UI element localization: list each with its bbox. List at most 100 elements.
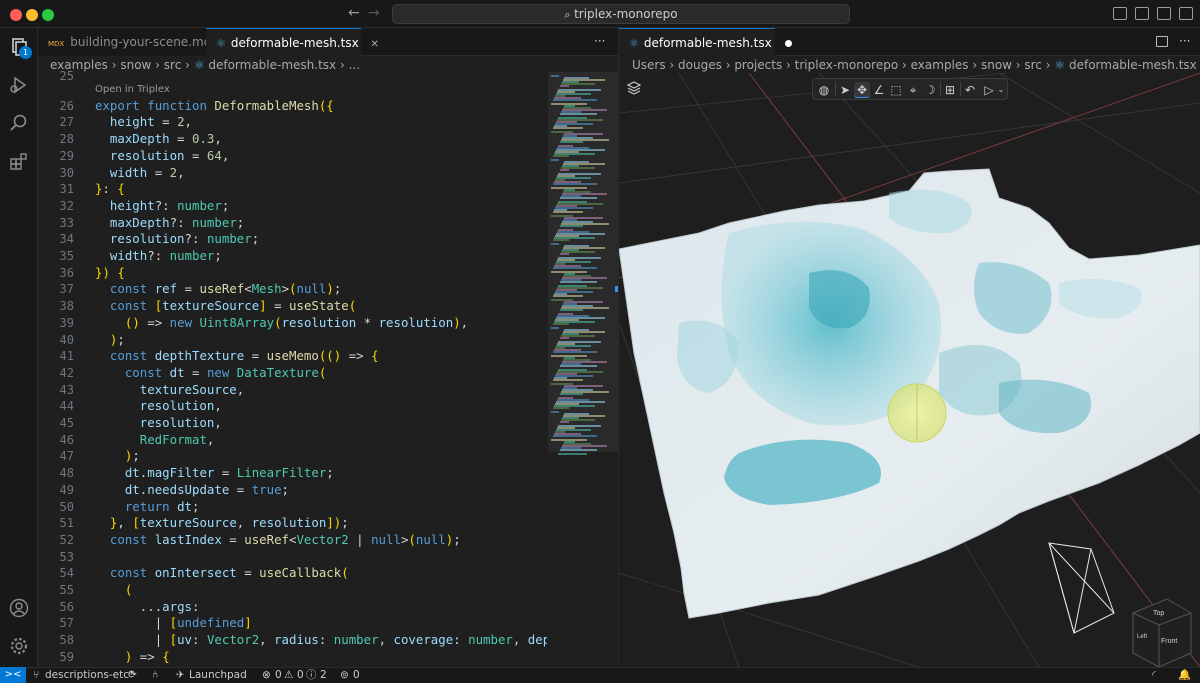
code-line[interactable]: maxDepth?: number; [95, 215, 244, 232]
more-actions-button[interactable]: ··· [1179, 34, 1190, 48]
sync-icon[interactable]: ⟳ [128, 668, 137, 683]
warning-count[interactable]: 0 [297, 668, 304, 683]
snow-terrain-scene[interactable]: Top Front Left [619, 73, 1200, 667]
breadcrumb-item[interactable]: projects [734, 58, 782, 72]
code-line[interactable]: ...args: [95, 599, 200, 616]
breadcrumb-item[interactable]: examples [911, 58, 969, 72]
code-line[interactable]: const dt = new DataTexture( [95, 365, 326, 382]
notifications-bell-icon[interactable]: 🔔 [1178, 668, 1191, 683]
error-count[interactable]: 0 [275, 668, 282, 683]
code-line[interactable]: dt.magFilter = LinearFilter; [95, 465, 334, 482]
breadcrumb-item[interactable]: deformable-mesh.tsx [208, 58, 336, 72]
code-line[interactable]: ( [95, 582, 132, 599]
code-line[interactable]: }: { [95, 181, 125, 198]
code-line[interactable]: maxDepth = 0.3, [95, 131, 222, 148]
code-line[interactable]: const [textureSource] = useState( [95, 298, 356, 315]
code-line[interactable]: const depthTexture = useMemo(() => { [95, 348, 379, 365]
code-line[interactable]: textureSource, [95, 382, 244, 399]
scale-icon[interactable]: ⬚ [888, 82, 904, 98]
select-pointer-icon[interactable]: ➤ [837, 82, 853, 98]
code-line[interactable]: height?: number; [95, 198, 229, 215]
moon-night-icon[interactable]: ☽ [922, 82, 938, 98]
undo-icon[interactable]: ↶ [962, 82, 978, 98]
view-cube-left-label[interactable]: Left [1137, 634, 1147, 640]
code-line[interactable]: }) { [95, 265, 125, 282]
command-center-search[interactable]: ⌕ triplex-monorepo [392, 4, 850, 24]
unsaved-dot-icon[interactable] [784, 40, 792, 47]
code-line[interactable]: const ref = useRef<Mesh>(null); [95, 281, 341, 298]
code-line[interactable]: () => new Uint8Array(resolution * resolu… [95, 315, 468, 332]
code-line[interactable]: const lastIndex = useRef<Vector2 | null>… [95, 532, 461, 549]
tab-deformable-mesh[interactable]: ⚛ deformable-mesh.tsx ✕ [206, 28, 379, 56]
chevron-down-icon[interactable]: ⌄ [993, 82, 1009, 98]
minimap[interactable] [548, 72, 618, 667]
error-icon[interactable]: ⊗ [262, 668, 271, 683]
toggle-primary-sidebar-icon[interactable] [1113, 7, 1127, 20]
breadcrumb-item[interactable]: douges [678, 58, 722, 72]
close-window-button[interactable] [10, 9, 22, 21]
code-line[interactable]: ) => { [95, 649, 170, 666]
warning-icon[interactable]: ⚠ [284, 668, 293, 683]
cursor-transform-icon[interactable]: ⌖ [905, 82, 921, 98]
back-arrow-icon[interactable]: ← [348, 5, 360, 21]
branch-name[interactable]: descriptions-etc* [45, 668, 134, 683]
search-icon[interactable] [8, 112, 30, 134]
split-editor-icon[interactable] [1156, 36, 1168, 47]
breadcrumb-item[interactable]: Users [632, 58, 666, 72]
breadcrumb-item[interactable]: src [1024, 58, 1042, 72]
code-line[interactable]: resolution?: number; [95, 231, 259, 248]
launchpad-label[interactable]: Launchpad [189, 668, 247, 683]
forward-arrow-icon[interactable]: → [368, 5, 380, 21]
run-and-debug-icon[interactable] [8, 74, 30, 96]
code-editor[interactable]: export function DeformableMesh({ height … [95, 72, 547, 667]
code-line[interactable]: ); [95, 448, 140, 465]
breadcrumb-item[interactable]: deformable-mesh.tsx [1069, 58, 1197, 72]
breadcrumb-item[interactable]: ... [349, 58, 360, 72]
breadcrumb-item[interactable]: snow [981, 58, 1012, 72]
breadcrumb-item[interactable]: triplex-monorepo [795, 58, 899, 72]
tab-building-your-scene[interactable]: MDX building-your-scene.mdx [38, 28, 218, 56]
customize-layout-icon[interactable] [1179, 7, 1193, 20]
code-line[interactable]: resolution = 64, [95, 148, 229, 165]
view-cube-top-label[interactable]: Top [1153, 610, 1164, 617]
code-line[interactable]: resolution, [95, 398, 222, 415]
globe-icon[interactable]: ◍ [816, 82, 832, 98]
code-line[interactable]: | [uv: Vector2, radius: number, coverage… [95, 632, 547, 649]
scene-viewport[interactable]: Top Front Left [619, 73, 1200, 667]
code-line[interactable]: RedFormat, [95, 432, 215, 449]
code-line[interactable]: dt.needsUpdate = true; [95, 482, 289, 499]
remote-indicator-button[interactable]: >< [0, 667, 26, 683]
minimize-window-button[interactable] [26, 9, 38, 21]
code-line[interactable]: resolution, [95, 415, 222, 432]
close-tab-icon[interactable]: ✕ [371, 39, 379, 50]
code-line[interactable]: ); [95, 332, 125, 349]
tab-deformable-mesh-triplex[interactable]: ⚛ deformable-mesh.tsx [619, 28, 792, 56]
account-icon[interactable] [8, 597, 30, 619]
code-line[interactable]: }, [textureSource, resolution]); [95, 515, 349, 532]
code-line[interactable]: return dt; [95, 499, 200, 516]
translate-move-icon[interactable]: ✥ [854, 82, 870, 98]
code-line[interactable]: width = 2, [95, 165, 185, 182]
code-line[interactable]: | [undefined] [95, 615, 252, 632]
extensions-icon[interactable] [8, 150, 30, 172]
launchpad-icon[interactable]: ✈ [176, 668, 185, 683]
info-icon[interactable]: ⓘ [306, 668, 317, 683]
toggle-secondary-sidebar-icon[interactable] [1157, 7, 1171, 20]
breadcrumb-item[interactable]: src [164, 58, 182, 72]
ports-icon[interactable]: ⊚ [340, 668, 349, 683]
code-line[interactable]: height = 2, [95, 114, 192, 131]
code-line[interactable]: export function DeformableMesh({ [95, 98, 334, 115]
toggle-panel-icon[interactable] [1135, 7, 1149, 20]
settings-gear-icon[interactable] [8, 635, 30, 657]
breadcrumb-item[interactable]: snow [120, 58, 151, 72]
zoom-window-button[interactable] [42, 9, 54, 21]
code-line[interactable]: const onIntersect = useCallback( [95, 565, 349, 582]
ports-count[interactable]: 0 [353, 668, 360, 683]
git-graph-icon[interactable]: ⑃ [152, 668, 158, 683]
camera-perspective-icon[interactable]: ⊞ [942, 82, 958, 98]
rotate-angle-icon[interactable]: ∠ [871, 82, 887, 98]
more-actions-button[interactable]: ··· [594, 34, 605, 48]
view-cube-front-label[interactable]: Front [1161, 638, 1177, 645]
code-line[interactable]: width?: number; [95, 248, 222, 265]
open-in-triplex-codelens[interactable]: Open in Triplex [95, 84, 170, 95]
